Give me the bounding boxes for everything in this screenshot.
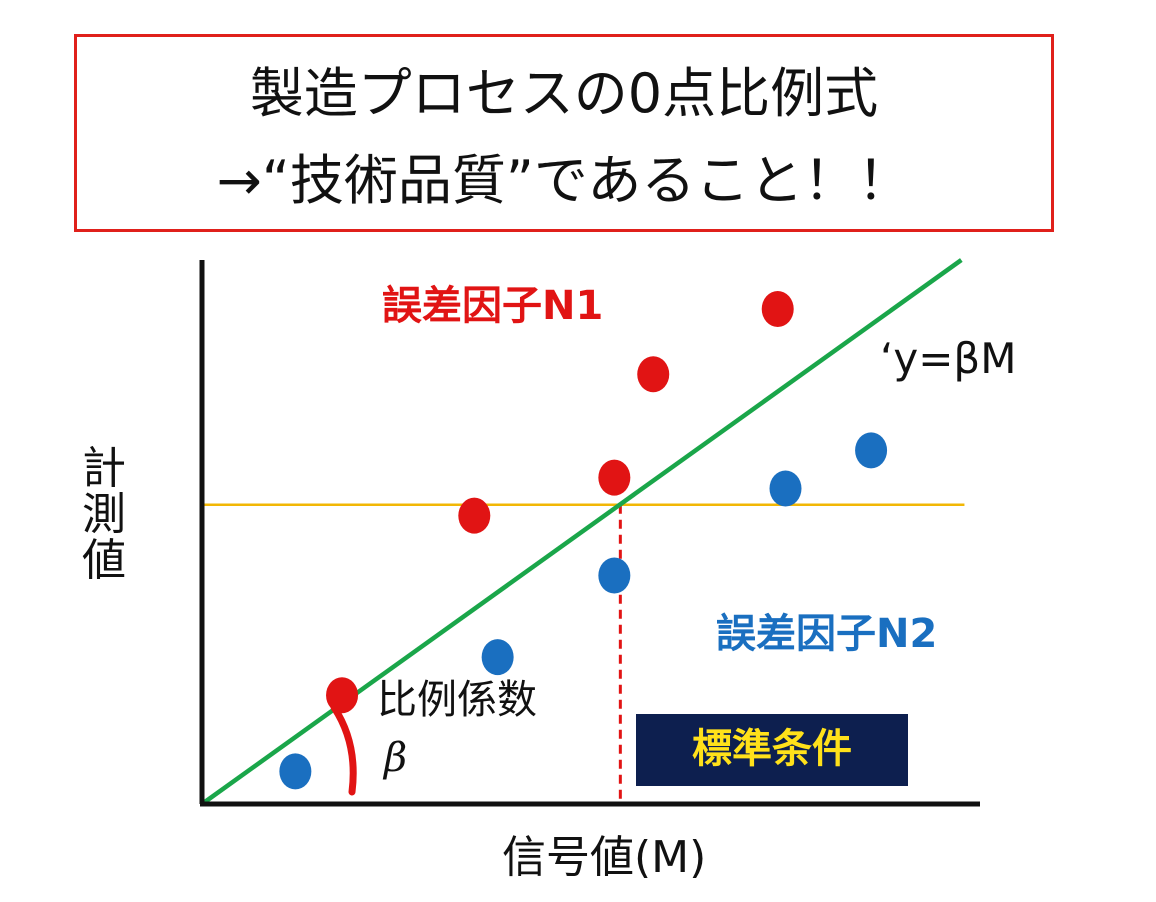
equation-label: ‘y=βM	[880, 334, 1017, 383]
angle-arc	[330, 704, 357, 796]
coefficient-label: 比例係数	[377, 677, 537, 723]
n2-point-1	[279, 753, 312, 790]
proportional-diagram: 誤差因子N1 誤差因子N2 ‘y=βM 計測値 信号値(M) 比例係数 β 標準…	[0, 0, 1156, 902]
standard-condition-label: 標準条件	[692, 726, 852, 772]
x-axis-label: 信号値(M)	[502, 832, 707, 883]
noise-factor-n2-label: 誤差因子N2	[716, 611, 938, 657]
n2-point-3	[598, 557, 631, 594]
n2-point-2	[481, 639, 514, 676]
standard-condition-box: 標準条件	[636, 714, 908, 786]
n1-point-4	[637, 356, 670, 393]
y-axis-label: 計測値	[82, 443, 126, 587]
n2-point-4	[769, 470, 802, 507]
n2-point-5	[855, 432, 888, 469]
n1-point-5	[761, 290, 794, 327]
plot-svg	[199, 258, 980, 807]
noise-factor-n1-label: 誤差因子N1	[382, 283, 604, 329]
beta-label: β	[384, 735, 408, 781]
n1-point-3	[598, 459, 631, 496]
n1-point-1	[326, 677, 359, 714]
n1-point-2	[458, 497, 491, 534]
